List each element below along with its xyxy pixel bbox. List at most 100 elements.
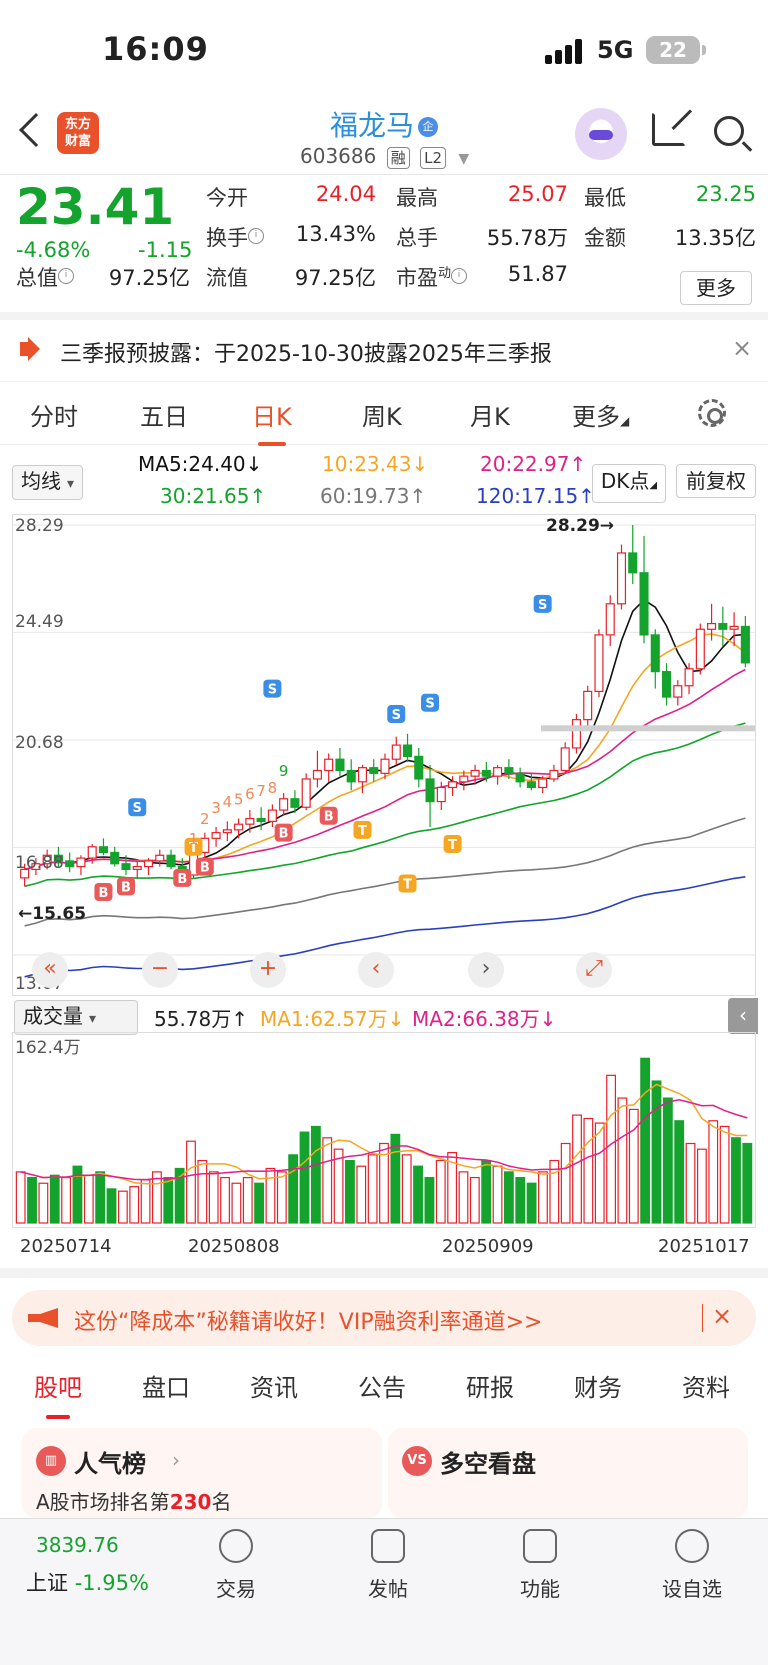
candle-body — [357, 767, 368, 783]
tab-announcements[interactable]: 公告 — [358, 1368, 406, 1403]
share-icon[interactable] — [652, 112, 686, 146]
tab-pankou[interactable]: 盘口 — [142, 1368, 190, 1403]
info-icon: i — [248, 228, 264, 244]
volume-bar — [424, 1176, 435, 1224]
post-button[interactable]: 发帖 — [338, 1529, 438, 1602]
volume-bar — [492, 1165, 503, 1224]
search-icon[interactable] — [714, 116, 744, 146]
index-row[interactable]: 上证 -1.95% — [26, 1567, 149, 1597]
trade-marker-label: T — [358, 824, 367, 839]
close-icon[interactable]: × — [732, 334, 752, 362]
pe-value: 51.87 — [507, 262, 568, 286]
chevron-down-icon[interactable]: ▼ — [458, 151, 469, 167]
report-notice[interactable]: 三季报预披露：于2025-10-30披露2025年三季报 × — [0, 320, 768, 382]
next-icon[interactable]: › — [468, 952, 504, 988]
ma120-value: 120:17.15↑ — [476, 484, 595, 508]
dk-point-button[interactable]: DK点◢ — [592, 464, 666, 503]
volume-bar — [458, 1171, 469, 1224]
tab-five-day[interactable]: 五日 — [140, 397, 188, 432]
candle-body — [256, 817, 266, 822]
stock-code-row[interactable]: 603686 融 L2 ▼ — [300, 144, 469, 169]
network-label: 5G — [597, 36, 634, 64]
tab-profile[interactable]: 资料 — [682, 1368, 730, 1403]
fullscreen-icon[interactable]: ⤢ — [576, 952, 612, 988]
add-watchlist-button[interactable]: 设自选 — [642, 1529, 742, 1602]
tab-intraday[interactable]: 分时 — [30, 397, 78, 432]
ranking-icon: ▥ — [36, 1446, 66, 1476]
vs-icon: VS — [402, 1446, 432, 1476]
popularity-card[interactable]: ▥ 人气榜 › A股市场排名第230名 — [22, 1428, 382, 1518]
tab-monthly-k[interactable]: 月K — [470, 397, 510, 432]
tab-more[interactable]: 更多◢ — [572, 397, 629, 432]
enterprise-badge-icon: 企 — [418, 117, 438, 137]
volume-bar — [242, 1176, 253, 1224]
index-value[interactable]: 3839.76 — [36, 1533, 119, 1557]
volume-ma2: MA2:66.38万↓ — [412, 1007, 557, 1031]
volume-bar — [413, 1165, 423, 1224]
tab-weekly-k[interactable]: 周K — [362, 397, 402, 432]
candle-body — [312, 769, 322, 780]
status-bar: 16:09 5G 22 — [0, 0, 768, 100]
candle-body — [661, 671, 672, 698]
zoom-out-icon[interactable]: − — [142, 952, 178, 988]
mcap-label[interactable]: 总值 i — [16, 262, 74, 292]
candle-body — [684, 668, 694, 687]
bull-bear-card[interactable]: VS 多空看盘 — [388, 1428, 748, 1518]
popularity-title: 人气榜 — [74, 1450, 146, 1478]
signal-icon — [545, 38, 585, 64]
volume-bar — [299, 1131, 310, 1224]
divider — [0, 1268, 768, 1278]
more-button[interactable]: 更多 — [680, 271, 752, 305]
megaphone-icon — [28, 1308, 58, 1328]
volume-bar — [583, 1117, 594, 1224]
adjust-button[interactable]: 前复权 — [676, 464, 756, 498]
stock-code: 603686 — [300, 144, 377, 168]
high-value: 25.07 — [507, 182, 568, 206]
candle-body — [110, 851, 120, 865]
tab-guba[interactable]: 股吧 — [34, 1368, 82, 1419]
candle-body — [583, 690, 593, 721]
y-tick: 24.49 — [15, 612, 64, 632]
promo-text: 这份“降成本”秘籍请收好！VIP融资利率通道>> — [74, 1310, 543, 1335]
rewind-icon[interactable]: « — [32, 952, 68, 988]
volume-bar — [538, 1171, 548, 1224]
ma-line — [24, 633, 746, 871]
kline-chart[interactable]: BBBBBBSSSSSTTTT123456789 — [12, 514, 756, 996]
max-price-label: 28.29→ — [546, 516, 615, 536]
zoom-in-icon[interactable]: + — [250, 952, 286, 988]
close-icon[interactable]: × — [712, 1302, 732, 1330]
volume-select[interactable]: 成交量 — [14, 1000, 138, 1035]
quote-panel: 23.41 -4.68% -1.15 总值 i 97.25亿 今开 24.04 换… — [0, 176, 768, 320]
volume-chart[interactable] — [12, 1032, 756, 1228]
tab-daily-k[interactable]: 日K — [252, 397, 292, 446]
grid-icon — [523, 1529, 557, 1563]
margin-tag: 融 — [386, 147, 410, 169]
turnover-label[interactable]: 换手 i — [206, 222, 264, 252]
indicator-select[interactable]: 均线 — [12, 465, 84, 500]
tab-news[interactable]: 资讯 — [250, 1368, 298, 1403]
volume-bar — [254, 1182, 265, 1224]
y-tick: 20.68 — [15, 733, 64, 753]
gear-icon[interactable] — [698, 399, 726, 427]
candle-body — [267, 809, 277, 822]
battery-icon: 22 — [646, 36, 706, 64]
trade-button[interactable]: 交易 — [186, 1529, 286, 1602]
td-count-label: 9 — [279, 762, 289, 780]
volume-bar — [503, 1171, 514, 1224]
collapse-icon[interactable]: ‹ — [728, 998, 758, 1034]
candle-body — [245, 817, 255, 825]
prev-icon[interactable]: ‹ — [358, 952, 394, 988]
speaker-icon — [20, 342, 30, 356]
candle-body — [515, 772, 525, 783]
assistant-avatar[interactable] — [575, 108, 627, 160]
volume-bar — [640, 1057, 651, 1224]
volume-bar — [560, 1142, 571, 1224]
volume-bar — [606, 1074, 616, 1224]
candle-body — [301, 778, 311, 808]
tab-research[interactable]: 研报 — [466, 1368, 514, 1403]
pe-label[interactable]: 市盈动 i — [396, 262, 468, 292]
vip-promo-banner[interactable]: 这份“降成本”秘籍请收好！VIP融资利率通道>> × — [12, 1290, 756, 1346]
tab-finance[interactable]: 财务 — [574, 1368, 622, 1403]
td-count-label: 4 — [223, 793, 233, 811]
functions-button[interactable]: 功能 — [490, 1529, 590, 1602]
